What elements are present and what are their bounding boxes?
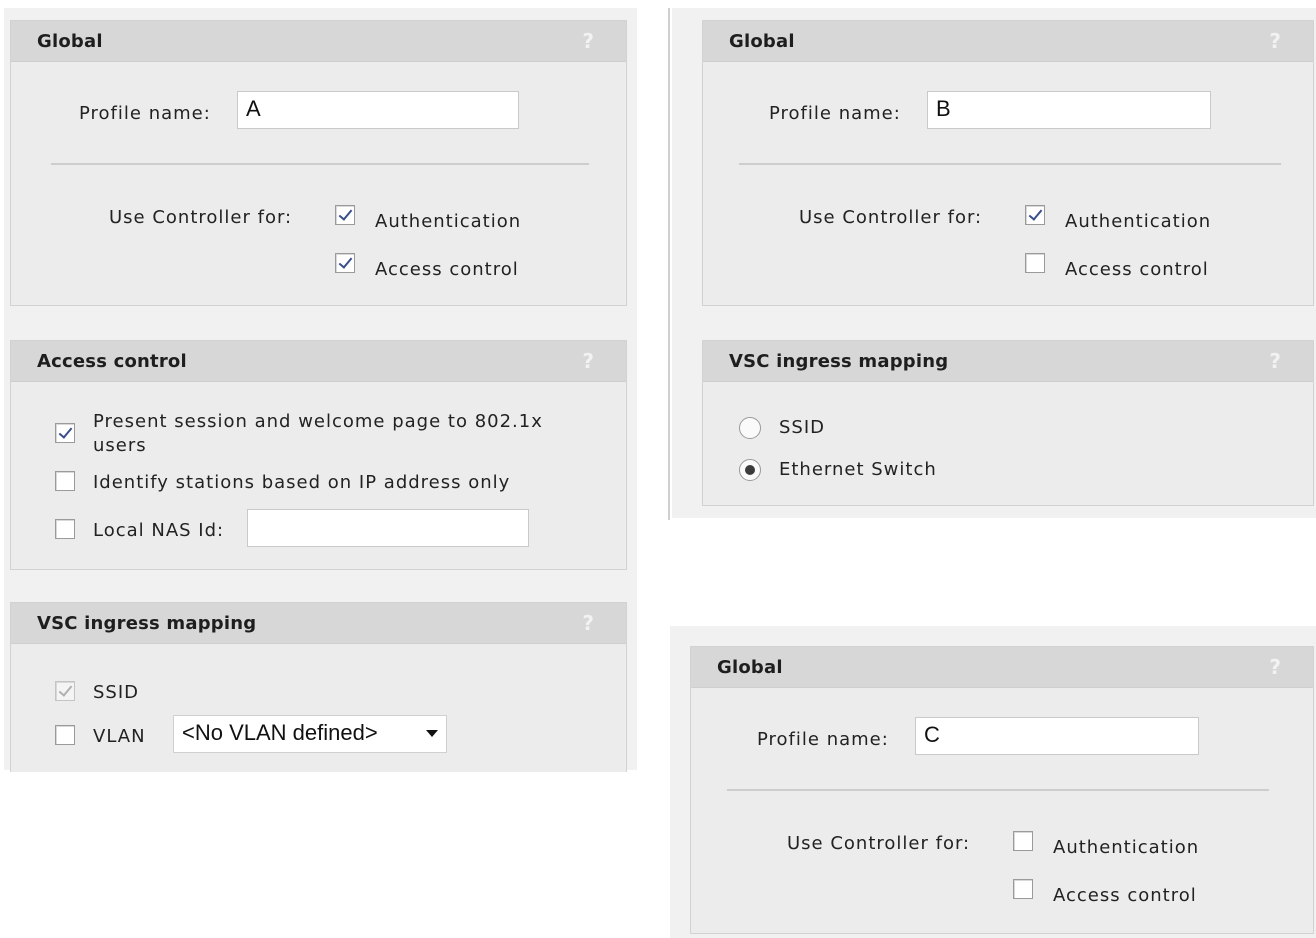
help-icon[interactable]: ? xyxy=(582,29,594,53)
chevron-down-icon xyxy=(426,730,438,737)
authentication-label: Authentication xyxy=(1053,837,1200,858)
profile-name-input[interactable]: B xyxy=(927,91,1211,129)
ssid-label: SSID xyxy=(93,682,140,703)
ethernet-switch-label: Ethernet Switch xyxy=(779,459,937,480)
panel-title: Access control xyxy=(37,351,187,372)
panel-title: Global xyxy=(717,657,783,678)
profile-a-vsc-panel: VSC ingress mapping ? SSID VLAN <No VLAN… xyxy=(10,602,627,772)
authentication-checkbox[interactable] xyxy=(1025,205,1045,225)
authentication-label: Authentication xyxy=(1065,211,1212,232)
present-session-label-line2: users xyxy=(93,435,147,456)
profile-a-access-control-panel: Access control ? Present session and wel… xyxy=(10,340,627,570)
panel-title: Global xyxy=(729,31,795,52)
profile-name-label: Profile name: xyxy=(757,729,889,750)
profile-b-left-border xyxy=(668,8,670,520)
profile-b-vsc-panel: VSC ingress mapping ? SSID Ethernet Swit… xyxy=(702,340,1314,506)
panel-header: Global ? xyxy=(703,21,1313,62)
authentication-checkbox[interactable] xyxy=(335,205,355,225)
panel-header: Global ? xyxy=(11,21,626,62)
access-control-label: Access control xyxy=(1053,885,1197,906)
panel-header: VSC ingress mapping ? xyxy=(703,341,1313,382)
profile-name-label: Profile name: xyxy=(79,103,211,124)
present-session-checkbox[interactable] xyxy=(55,423,75,443)
use-controller-label: Use Controller for: xyxy=(109,207,293,228)
vlan-select-value: <No VLAN defined> xyxy=(182,720,378,745)
profile-name-input[interactable]: C xyxy=(915,717,1199,755)
ssid-checkbox[interactable] xyxy=(55,681,75,701)
access-control-label: Access control xyxy=(1065,259,1209,280)
ethernet-switch-radio[interactable] xyxy=(739,459,761,481)
divider xyxy=(727,789,1269,791)
authentication-checkbox[interactable] xyxy=(1013,831,1033,851)
help-icon[interactable]: ? xyxy=(582,349,594,373)
authentication-label: Authentication xyxy=(375,211,522,232)
profile-c-global-panel: Global ? Profile name: C Use Controller … xyxy=(690,646,1314,934)
identify-stations-label: Identify stations based on IP address on… xyxy=(93,472,511,493)
local-nas-label: Local NAS Id: xyxy=(93,520,225,541)
access-control-checkbox[interactable] xyxy=(1013,879,1033,899)
use-controller-label: Use Controller for: xyxy=(799,207,983,228)
present-session-label-line1: Present session and welcome page to 802.… xyxy=(93,411,543,432)
use-controller-label: Use Controller for: xyxy=(787,833,971,854)
divider xyxy=(739,163,1281,165)
local-nas-input[interactable] xyxy=(247,509,529,547)
profile-name-input[interactable]: A xyxy=(237,91,519,129)
help-icon[interactable]: ? xyxy=(1269,655,1281,679)
panel-title: Global xyxy=(37,31,103,52)
profile-name-label: Profile name: xyxy=(769,103,901,124)
vlan-select[interactable]: <No VLAN defined> xyxy=(173,715,447,753)
panel-title: VSC ingress mapping xyxy=(37,613,257,634)
identify-stations-checkbox[interactable] xyxy=(55,471,75,491)
vlan-checkbox[interactable] xyxy=(55,725,75,745)
panel-header: Global ? xyxy=(691,647,1313,688)
help-icon[interactable]: ? xyxy=(582,611,594,635)
profile-b-global-panel: Global ? Profile name: B Use Controller … xyxy=(702,20,1314,306)
access-control-checkbox[interactable] xyxy=(335,253,355,273)
panel-title: VSC ingress mapping xyxy=(729,351,949,372)
ssid-radio[interactable] xyxy=(739,417,761,439)
access-control-label: Access control xyxy=(375,259,519,280)
ssid-radio-label: SSID xyxy=(779,417,826,438)
access-control-checkbox[interactable] xyxy=(1025,253,1045,273)
divider xyxy=(51,163,589,165)
panel-header: Access control ? xyxy=(11,341,626,382)
vlan-label: VLAN xyxy=(93,726,146,747)
help-icon[interactable]: ? xyxy=(1269,29,1281,53)
profile-a-global-panel: Global ? Profile name: A Use Controller … xyxy=(10,20,627,306)
local-nas-checkbox[interactable] xyxy=(55,519,75,539)
panel-header: VSC ingress mapping ? xyxy=(11,603,626,644)
help-icon[interactable]: ? xyxy=(1269,349,1281,373)
